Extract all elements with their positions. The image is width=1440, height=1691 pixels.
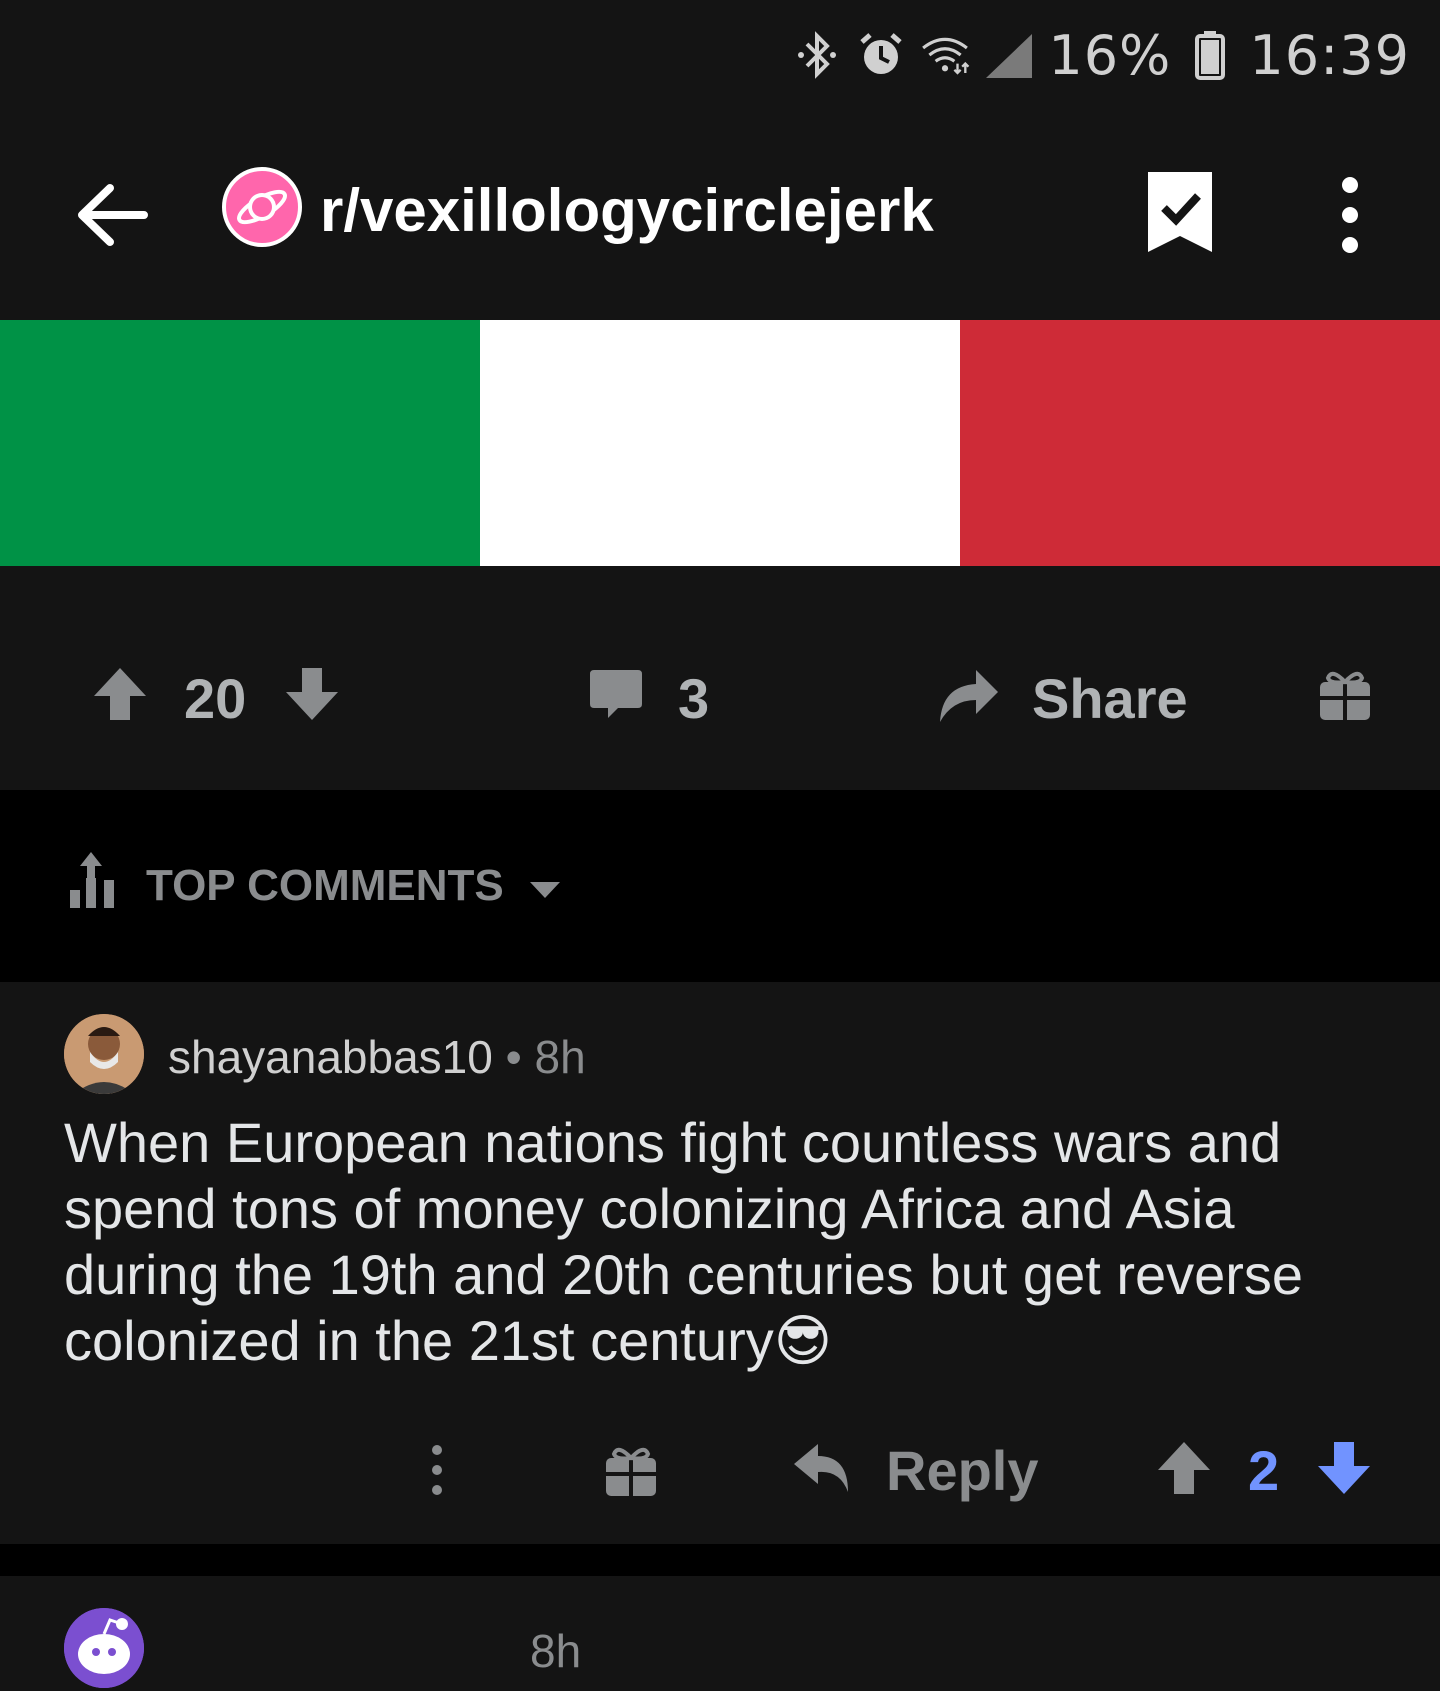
- comment-sort-bar: TOP COMMENTS: [0, 790, 1440, 982]
- reply-arrow-icon[interactable]: [792, 1440, 852, 1496]
- comment: 8h: [0, 1576, 1440, 1691]
- award-gift-icon[interactable]: [1318, 666, 1372, 722]
- subreddit-icon[interactable]: [222, 167, 302, 247]
- comment-downvote-icon[interactable]: [1316, 1440, 1372, 1496]
- battery-percent: 16%: [1048, 23, 1172, 87]
- meta-separator: •: [505, 1031, 522, 1083]
- comment-bubble-icon[interactable]: [588, 666, 644, 722]
- comment-divider: [0, 1544, 1440, 1576]
- flag-stripe-white: [480, 320, 960, 566]
- bluetooth-icon: [792, 30, 842, 80]
- comment-count[interactable]: 3: [678, 666, 709, 731]
- more-options-icon[interactable]: [422, 1442, 452, 1498]
- saved-bookmark-icon[interactable]: [1140, 166, 1220, 256]
- share-arrow-icon[interactable]: [936, 662, 1000, 726]
- post-action-bar: 20 3 Share: [0, 566, 1440, 790]
- avatar[interactable]: [64, 1014, 144, 1094]
- status-bar: 16% 16:39: [0, 0, 1440, 110]
- reply-button[interactable]: Reply: [886, 1438, 1039, 1503]
- more-vert-icon[interactable]: [1325, 170, 1375, 260]
- downvote-icon[interactable]: [284, 666, 340, 722]
- award-gift-icon[interactable]: [604, 1442, 658, 1498]
- avatar[interactable]: [64, 1608, 144, 1688]
- comment-age: 8h: [534, 1031, 586, 1083]
- post-image-flag[interactable]: [0, 320, 1440, 566]
- comment-meta: shayanabbas10 • 8h: [168, 1030, 586, 1084]
- comment-action-bar: Reply 2: [0, 1422, 1440, 1522]
- top-sort-icon: [68, 850, 122, 921]
- app-header: r/vexillologycirclejerk: [0, 110, 1440, 320]
- flag-stripe-green: [0, 320, 480, 566]
- clock-time: 16:39: [1249, 23, 1410, 87]
- sort-dropdown[interactable]: TOP COMMENTS: [68, 850, 562, 921]
- comment-author[interactable]: shayanabbas10: [168, 1031, 493, 1083]
- back-arrow-icon[interactable]: [70, 170, 160, 260]
- sort-label: TOP COMMENTS: [146, 860, 504, 910]
- comment: shayanabbas10 • 8h When European nations…: [0, 982, 1440, 1544]
- share-button[interactable]: Share: [1032, 666, 1188, 731]
- chevron-down-icon: [528, 861, 562, 911]
- upvote-icon[interactable]: [92, 666, 148, 722]
- signal-icon: [984, 30, 1034, 80]
- comment-body: When European nations fight countless wa…: [64, 1111, 1304, 1372]
- comment-upvote-icon[interactable]: [1156, 1440, 1212, 1496]
- comment-age: 8h: [530, 1625, 582, 1677]
- comment-score: 2: [1248, 1439, 1280, 1502]
- wifi-icon: [920, 30, 970, 80]
- battery-icon: [1185, 30, 1235, 80]
- subreddit-name[interactable]: r/vexillologycirclejerk: [320, 176, 934, 245]
- alarm-icon: [856, 30, 906, 80]
- flag-stripe-red: [960, 320, 1440, 566]
- post-score: 20: [184, 667, 247, 730]
